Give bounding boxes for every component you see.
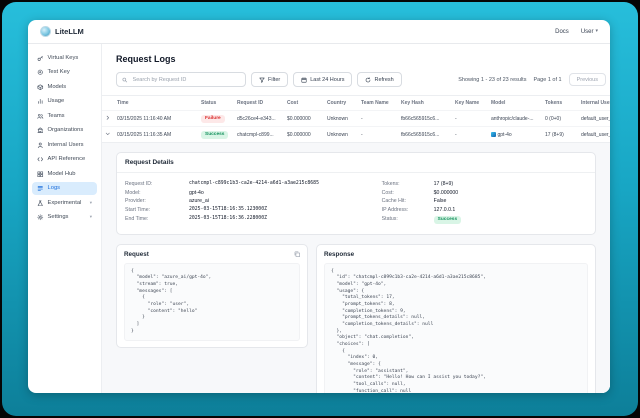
sidebar-item-logs[interactable]: Logs (32, 182, 97, 196)
chevron-right-icon (105, 115, 111, 121)
sidebar-item-models[interactable]: Models (32, 80, 97, 94)
logs-icon (37, 185, 44, 192)
col-header-request-id: Request ID (234, 96, 284, 111)
building-icon (37, 127, 44, 134)
detail-end-time: 2025-03-15T18:16:36.228000Z (189, 216, 267, 222)
detail-request-id: chatcmpl-c899c1b3-ca2e-4214-a6d1-a3ae215… (189, 181, 319, 187)
user-icon (37, 142, 44, 149)
detail-cost: $0.000000 (434, 190, 459, 196)
col-header-key-hash: Key Hash (398, 96, 452, 111)
results-count: Showing 1 - 23 of 23 results (458, 77, 526, 83)
table-header-row: Time Status Request ID Cost Country Team… (102, 96, 610, 111)
code-icon (37, 156, 44, 163)
search-input[interactable] (131, 76, 240, 84)
docs-link[interactable]: Docs (555, 29, 569, 35)
flask-icon (37, 200, 44, 207)
response-panel-title: Response (324, 251, 354, 258)
detail-tokens: 17 (8+9) (434, 181, 453, 187)
response-panel: Response { "id": "chatcmpl-c899c1b3-ca2e… (316, 244, 596, 393)
chevron-down-icon: ▾ (90, 200, 92, 206)
table-row[interactable]: 03/15/2025 11:16:35 AM Success chatcmpl-… (102, 127, 610, 143)
status-badge: Success (201, 131, 228, 139)
col-header-cost: Cost (284, 96, 324, 111)
cube-icon (37, 84, 44, 91)
col-header-key-name: Key Name (452, 96, 488, 111)
col-header-tokens: Tokens (542, 96, 578, 111)
filter-button[interactable]: Filter (251, 72, 288, 87)
main-content: Request Logs Filter Last 24 Hours (102, 44, 610, 393)
previous-page-button[interactable]: Previous (569, 73, 606, 86)
refresh-icon (365, 77, 371, 83)
grid-icon (37, 171, 44, 178)
brand-name: LiteLLM (55, 27, 84, 36)
refresh-button[interactable]: Refresh (357, 72, 401, 87)
toolbar: Filter Last 24 Hours Refresh Showing 1 -… (102, 72, 610, 95)
row-expander[interactable] (102, 111, 114, 127)
desktop-background-frame: LiteLLM Docs User ▾ Virtual Keys Test K (2, 2, 638, 416)
request-panel-title: Request (124, 251, 149, 258)
col-header-model: Model (488, 96, 542, 111)
azure-provider-icon (491, 132, 496, 137)
bar-chart-icon (37, 98, 44, 105)
chevron-down-icon: ▾ (595, 29, 598, 34)
filter-funnel-icon (259, 77, 265, 83)
brand: LiteLLM (40, 26, 84, 37)
copy-icon[interactable] (294, 251, 301, 258)
request-json: { "model": "azure_ai/gpt-4o", "stream": … (124, 263, 300, 342)
sidebar-item-model-hub[interactable]: Model Hub (32, 167, 97, 181)
detail-model: gpt-4o (189, 190, 204, 196)
col-header-time: Time (114, 96, 198, 111)
col-header-team-name: Team Name (358, 96, 398, 111)
sidebar-item-settings[interactable]: Settings ▾ (32, 211, 97, 225)
request-panel: Request { "model": "azure_ai/gpt-4o", "s… (116, 244, 308, 349)
sidebar-item-internal-users[interactable]: Internal Users (32, 138, 97, 152)
expanded-row-detail: Request Details Request ID:chatcmpl-c899… (102, 142, 610, 393)
page-title: Request Logs (116, 54, 610, 64)
detail-provider: azure_ai (189, 198, 209, 204)
chevron-down-icon: ▾ (90, 214, 92, 220)
detail-ip-address: 127.0.0.1 (434, 207, 456, 213)
page-indicator: Page 1 of 1 (533, 77, 561, 83)
col-header-country: Country (324, 96, 358, 111)
top-navbar: LiteLLM Docs User ▾ (28, 20, 610, 44)
calendar-icon (301, 77, 307, 83)
sidebar-item-teams[interactable]: Teams (32, 109, 97, 123)
user-menu[interactable]: User ▾ (581, 29, 598, 35)
app-window: LiteLLM Docs User ▾ Virtual Keys Test K (28, 20, 610, 393)
teams-icon (37, 113, 44, 120)
test-key-icon (37, 69, 44, 76)
sidebar: Virtual Keys Test Key Models Usage Teams (28, 44, 102, 393)
chevron-down-icon (105, 131, 111, 137)
response-json: { "id": "chatcmpl-c899c1b3-ca2e-4214-a6d… (324, 263, 588, 393)
time-range-button[interactable]: Last 24 Hours (293, 72, 352, 87)
gear-icon (37, 214, 44, 221)
search-icon (122, 77, 128, 83)
request-details-title: Request Details (117, 153, 595, 173)
request-details-card: Request Details Request ID:chatcmpl-c899… (116, 152, 596, 235)
litellm-logo-icon (40, 26, 51, 37)
detail-start-time: 2025-03-15T18:16:35.123000Z (189, 207, 267, 213)
row-expander[interactable] (102, 127, 114, 143)
detail-cache-hit: False (434, 198, 447, 204)
detail-status-badge: Success (434, 216, 461, 224)
status-badge: Failure (201, 115, 225, 123)
key-icon (37, 55, 44, 62)
sidebar-item-api-reference[interactable]: API Reference (32, 153, 97, 167)
sidebar-item-test-key[interactable]: Test Key (32, 66, 97, 80)
sidebar-item-virtual-keys[interactable]: Virtual Keys (32, 51, 97, 65)
col-header-internal-user: Internal User (578, 96, 610, 111)
sidebar-item-usage[interactable]: Usage (32, 95, 97, 109)
sidebar-item-experimental[interactable]: Experimental ▾ (32, 196, 97, 210)
sidebar-item-organizations[interactable]: Organizations (32, 124, 97, 138)
user-menu-label: User (581, 29, 594, 35)
logs-table: Time Status Request ID Cost Country Team… (102, 95, 610, 142)
table-row[interactable]: 03/15/2025 11:16:40 AM Failure d5c26ce4-… (102, 111, 610, 127)
col-header-status: Status (198, 96, 234, 111)
search-input-wrap[interactable] (116, 72, 246, 87)
